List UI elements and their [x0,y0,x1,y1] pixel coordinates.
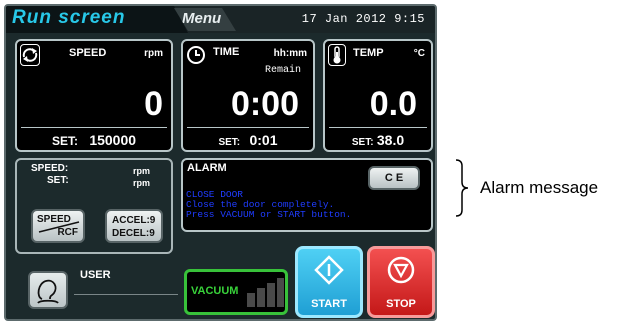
stop-label: STOP [386,298,416,310]
speed-unit: rpm [144,48,163,59]
tab-run-screen[interactable]: Run screen [6,6,188,33]
vacuum-button[interactable]: VACUUM [184,269,288,315]
divider [329,127,427,128]
speed-rcf-button[interactable]: SPEED RCF [31,209,85,243]
time-unit: hh:mm [273,48,307,59]
speed-info-set-label: SET: [47,175,69,186]
speed-info-set-unit: rpm [133,178,151,188]
divider [21,127,167,128]
decel-label: DECEL:9 [112,228,155,239]
vacuum-level-bars [247,278,284,307]
speed-info-speed-unit: rpm [133,166,151,176]
speed-rcf-bottom-label: RCF [57,227,78,238]
stop-button[interactable]: STOP [367,246,435,318]
vacuum-label: VACUUM [191,285,239,297]
tab-menu-label: Menu [182,10,222,27]
time-title: TIME [213,46,240,58]
ce-button-label: C E [384,172,404,184]
accel-label: ACCEL:9 [112,215,156,226]
annotation-bracket [455,159,469,217]
temp-set-label: SET: [351,137,374,148]
ce-button[interactable]: C E [368,166,420,190]
clock-icon [186,44,206,66]
thermometer-icon [328,44,346,66]
temp-set: SET: 38.0 [325,132,431,148]
divider [187,127,309,128]
time-panel[interactable]: TIME hh:mm Remain 0:00 SET: 0:01 [181,39,315,152]
temp-set-value: 38.0 [376,132,405,148]
speed-set: SET: 150000 [17,132,171,148]
tab-run-screen-label: Run screen [12,7,126,28]
alarm-title: ALARM [187,162,227,174]
date-time: 17 Jan 2012 9:15 [301,12,425,26]
temp-panel[interactable]: TEMP °C 0.0 SET: 38.0 [323,39,433,152]
temp-title: TEMP [353,47,384,59]
user-icon [37,279,59,304]
time-set: SET: 0:01 [183,132,313,148]
time-set-label: SET: [218,137,241,148]
speed-info-panel: SPEED: rpm SET: rpm SPEED RCF ACCEL:9 DE… [15,158,173,254]
start-icon [314,255,344,285]
alarm-panel: ALARM C E CLOSE DOOR Close the door comp… [181,158,433,232]
speed-set-value: 150000 [89,132,137,148]
user-underline [74,294,178,295]
speed-set-label: SET: [51,134,78,148]
time-set-value: 0:01 [249,132,278,148]
speed-info-speed-label: SPEED: [31,163,69,174]
run-screen: Run screen Menu 17 Jan 2012 9:15 SPEED r… [4,4,437,321]
accel-decel-button[interactable]: ACCEL:9 DECEL:9 [105,209,163,243]
time-value: 0:00 [230,85,299,123]
rotation-icon [20,44,40,66]
speed-value: 0 [144,85,163,123]
speed-panel[interactable]: SPEED rpm 0 SET: 150000 [15,39,173,152]
user-button[interactable] [28,271,68,309]
user-label: USER [80,269,111,281]
annotation-label: Alarm message [480,178,599,197]
start-button[interactable]: START [295,246,363,318]
speed-title: SPEED [69,47,107,59]
stop-icon [387,256,415,284]
time-remain-label: Remain [264,65,301,76]
alarm-line-3: Press VACUUM or START button. [186,209,352,220]
temp-value: 0.0 [369,85,417,123]
top-bar: Run screen Menu 17 Jan 2012 9:15 [6,6,435,33]
start-label: START [311,298,347,310]
temp-unit: °C [413,48,425,59]
